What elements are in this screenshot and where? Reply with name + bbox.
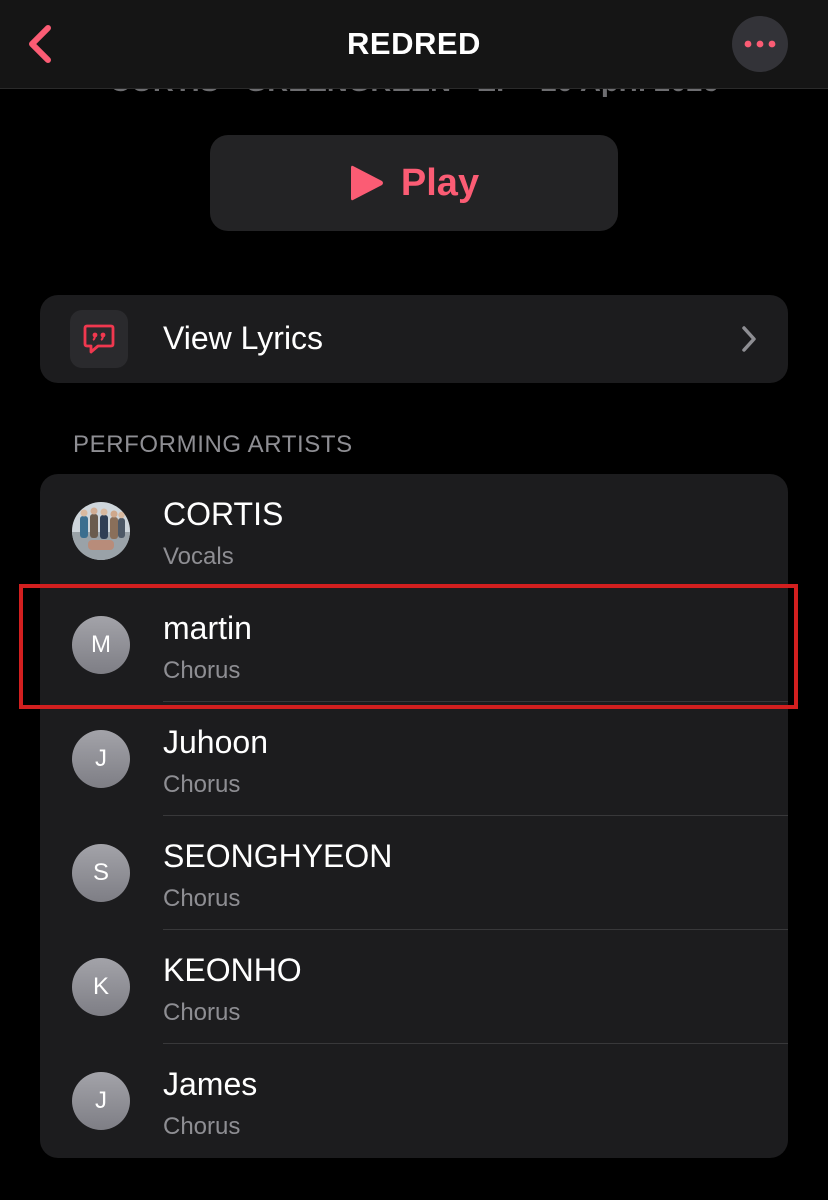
more-options-button[interactable] [732,16,788,72]
lyrics-quote-icon [83,324,115,354]
artist-role: Chorus [163,885,241,912]
group-photo-icon [72,502,130,560]
artist-row-cortis[interactable]: CORTIS Vocals [40,474,788,588]
artist-row-james[interactable]: J James Chorus [40,1044,788,1158]
play-icon [350,165,383,201]
nav-bar: REDRED [0,0,828,89]
avatar: M [72,616,130,674]
artist-name: Juhoon [163,724,268,760]
avatar: J [72,1072,130,1130]
view-lyrics-label: View Lyrics [163,320,324,356]
lyrics-icon-container [70,310,128,368]
artist-name: KEONHO [163,952,302,988]
avatar: S [72,844,130,902]
avatar: K [72,958,130,1016]
artist-name: James [163,1066,258,1102]
artist-role: Chorus [163,657,241,684]
view-lyrics-row[interactable]: View Lyrics [40,295,788,383]
play-button[interactable]: Play [210,135,618,231]
play-label: Play [400,161,480,204]
performing-artists-list: CORTIS Vocals M martin Chorus J Juhoon C… [40,474,788,1158]
avatar: J [72,730,130,788]
ellipsis-icon [744,40,776,48]
artist-name: SEONGHYEON [163,838,393,874]
artist-role: Chorus [163,771,241,798]
artist-role: Vocals [163,543,234,570]
artist-name: martin [163,610,252,646]
chevron-right-icon [742,326,756,352]
artist-role: Chorus [163,999,241,1026]
avatar [72,502,130,560]
artist-role: Chorus [163,1113,241,1140]
artist-row-martin[interactable]: M martin Chorus [40,588,788,702]
performing-artists-header: PERFORMING ARTISTS [73,431,353,458]
page-title: REDRED [347,26,481,61]
artist-row-juhoon[interactable]: J Juhoon Chorus [40,702,788,816]
artist-name: CORTIS [163,496,284,532]
artist-row-keonho[interactable]: K KEONHO Chorus [40,930,788,1044]
artist-row-seonghyeon[interactable]: S SEONGHYEON Chorus [40,816,788,930]
